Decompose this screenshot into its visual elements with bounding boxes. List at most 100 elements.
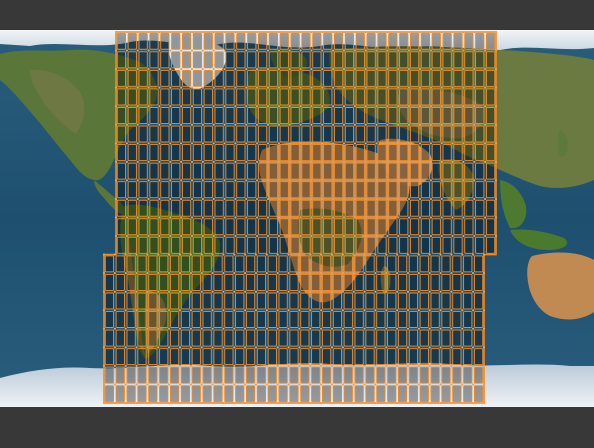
mesh-face[interactable]	[192, 32, 203, 50]
mesh-face[interactable]	[333, 125, 344, 143]
mesh-face[interactable]	[343, 255, 353, 273]
mesh-face[interactable]	[138, 125, 148, 143]
mesh-face[interactable]	[321, 348, 332, 366]
mesh-vertex[interactable]	[223, 160, 226, 163]
mesh-face[interactable]	[247, 199, 257, 217]
mesh-vertex[interactable]	[124, 253, 127, 256]
mesh-face[interactable]	[181, 51, 192, 69]
mesh-face[interactable]	[397, 311, 408, 328]
mesh-vertex[interactable]	[440, 105, 443, 108]
mesh-face[interactable]	[452, 273, 462, 291]
mesh-vertex[interactable]	[429, 234, 432, 238]
mesh-vertex[interactable]	[277, 197, 280, 201]
mesh-face[interactable]	[116, 162, 127, 180]
mesh-vertex[interactable]	[266, 30, 270, 34]
mesh-face[interactable]	[115, 385, 125, 403]
mesh-vertex[interactable]	[418, 197, 422, 201]
mesh-vertex[interactable]	[450, 346, 453, 349]
mesh-face[interactable]	[268, 51, 279, 69]
mesh-vertex[interactable]	[440, 123, 443, 126]
mesh-vertex[interactable]	[223, 30, 226, 34]
mesh-face[interactable]	[399, 236, 409, 254]
mesh-face[interactable]	[137, 273, 147, 291]
mesh-vertex[interactable]	[200, 346, 203, 349]
mesh-vertex[interactable]	[299, 68, 302, 71]
mesh-vertex[interactable]	[462, 179, 465, 182]
mesh-vertex[interactable]	[310, 30, 313, 34]
mesh-face[interactable]	[464, 218, 474, 236]
mesh-face[interactable]	[343, 348, 353, 366]
mesh-vertex[interactable]	[277, 68, 280, 71]
mesh-face[interactable]	[127, 88, 137, 106]
mesh-vertex[interactable]	[494, 123, 498, 126]
mesh-vertex[interactable]	[245, 216, 248, 219]
mesh-face[interactable]	[115, 273, 125, 291]
mesh-vertex[interactable]	[254, 364, 258, 367]
mesh-vertex[interactable]	[494, 234, 498, 238]
mesh-face[interactable]	[344, 107, 355, 124]
mesh-vertex[interactable]	[157, 272, 160, 275]
mesh-vertex[interactable]	[364, 216, 367, 219]
mesh-face[interactable]	[388, 236, 398, 254]
mesh-vertex[interactable]	[158, 160, 161, 163]
mesh-face[interactable]	[256, 385, 267, 403]
mesh-face[interactable]	[323, 107, 333, 124]
mesh-face[interactable]	[355, 88, 365, 106]
mesh-face[interactable]	[171, 51, 181, 69]
mesh-face[interactable]	[159, 348, 169, 366]
mesh-vertex[interactable]	[277, 142, 280, 145]
mesh-face[interactable]	[452, 366, 462, 384]
mesh-vertex[interactable]	[287, 383, 290, 386]
mesh-vertex[interactable]	[375, 49, 378, 52]
mesh-face[interactable]	[256, 311, 267, 328]
mesh-face[interactable]	[301, 107, 311, 124]
mesh-vertex[interactable]	[375, 142, 378, 145]
mesh-face[interactable]	[257, 144, 268, 161]
mesh-face[interactable]	[388, 51, 398, 69]
mesh-vertex[interactable]	[158, 68, 161, 71]
mesh-face[interactable]	[312, 88, 322, 106]
mesh-face[interactable]	[453, 236, 463, 254]
mesh-face[interactable]	[442, 199, 452, 217]
mesh-face[interactable]	[192, 199, 203, 217]
mesh-face[interactable]	[452, 385, 462, 403]
mesh-vertex[interactable]	[440, 68, 443, 71]
mesh-vertex[interactable]	[385, 290, 388, 293]
mesh-face[interactable]	[355, 199, 365, 217]
mesh-vertex[interactable]	[462, 234, 465, 238]
mesh-face[interactable]	[148, 329, 158, 347]
mesh-vertex[interactable]	[462, 49, 465, 52]
mesh-face[interactable]	[420, 218, 431, 236]
mesh-face[interactable]	[463, 255, 473, 273]
mesh-face[interactable]	[247, 236, 257, 254]
mesh-face[interactable]	[203, 107, 213, 124]
mesh-vertex[interactable]	[189, 327, 192, 330]
mesh-face[interactable]	[137, 292, 147, 310]
mesh-face[interactable]	[431, 88, 441, 106]
mesh-face[interactable]	[180, 311, 191, 328]
mesh-vertex[interactable]	[158, 105, 161, 108]
mesh-face[interactable]	[333, 181, 344, 199]
mesh-vertex[interactable]	[375, 68, 378, 71]
mesh-vertex[interactable]	[200, 309, 203, 312]
mesh-face[interactable]	[138, 88, 148, 106]
mesh-vertex[interactable]	[125, 197, 128, 201]
mesh-vertex[interactable]	[484, 142, 487, 145]
mesh-vertex[interactable]	[363, 364, 366, 367]
mesh-face[interactable]	[453, 125, 463, 143]
mesh-face[interactable]	[214, 181, 224, 199]
mesh-face[interactable]	[475, 144, 485, 161]
mesh-face[interactable]	[202, 311, 212, 328]
mesh-vertex[interactable]	[429, 179, 432, 182]
mesh-vertex[interactable]	[310, 105, 313, 108]
mesh-face[interactable]	[149, 199, 159, 217]
mesh-face[interactable]	[366, 88, 376, 106]
mesh-face[interactable]	[311, 348, 321, 366]
mesh-vertex[interactable]	[277, 86, 280, 89]
mesh-face[interactable]	[343, 366, 353, 384]
mesh-face[interactable]	[355, 107, 365, 124]
mesh-face[interactable]	[159, 311, 169, 328]
mesh-face[interactable]	[149, 144, 159, 161]
mesh-vertex[interactable]	[353, 197, 356, 201]
mesh-vertex[interactable]	[482, 383, 486, 386]
